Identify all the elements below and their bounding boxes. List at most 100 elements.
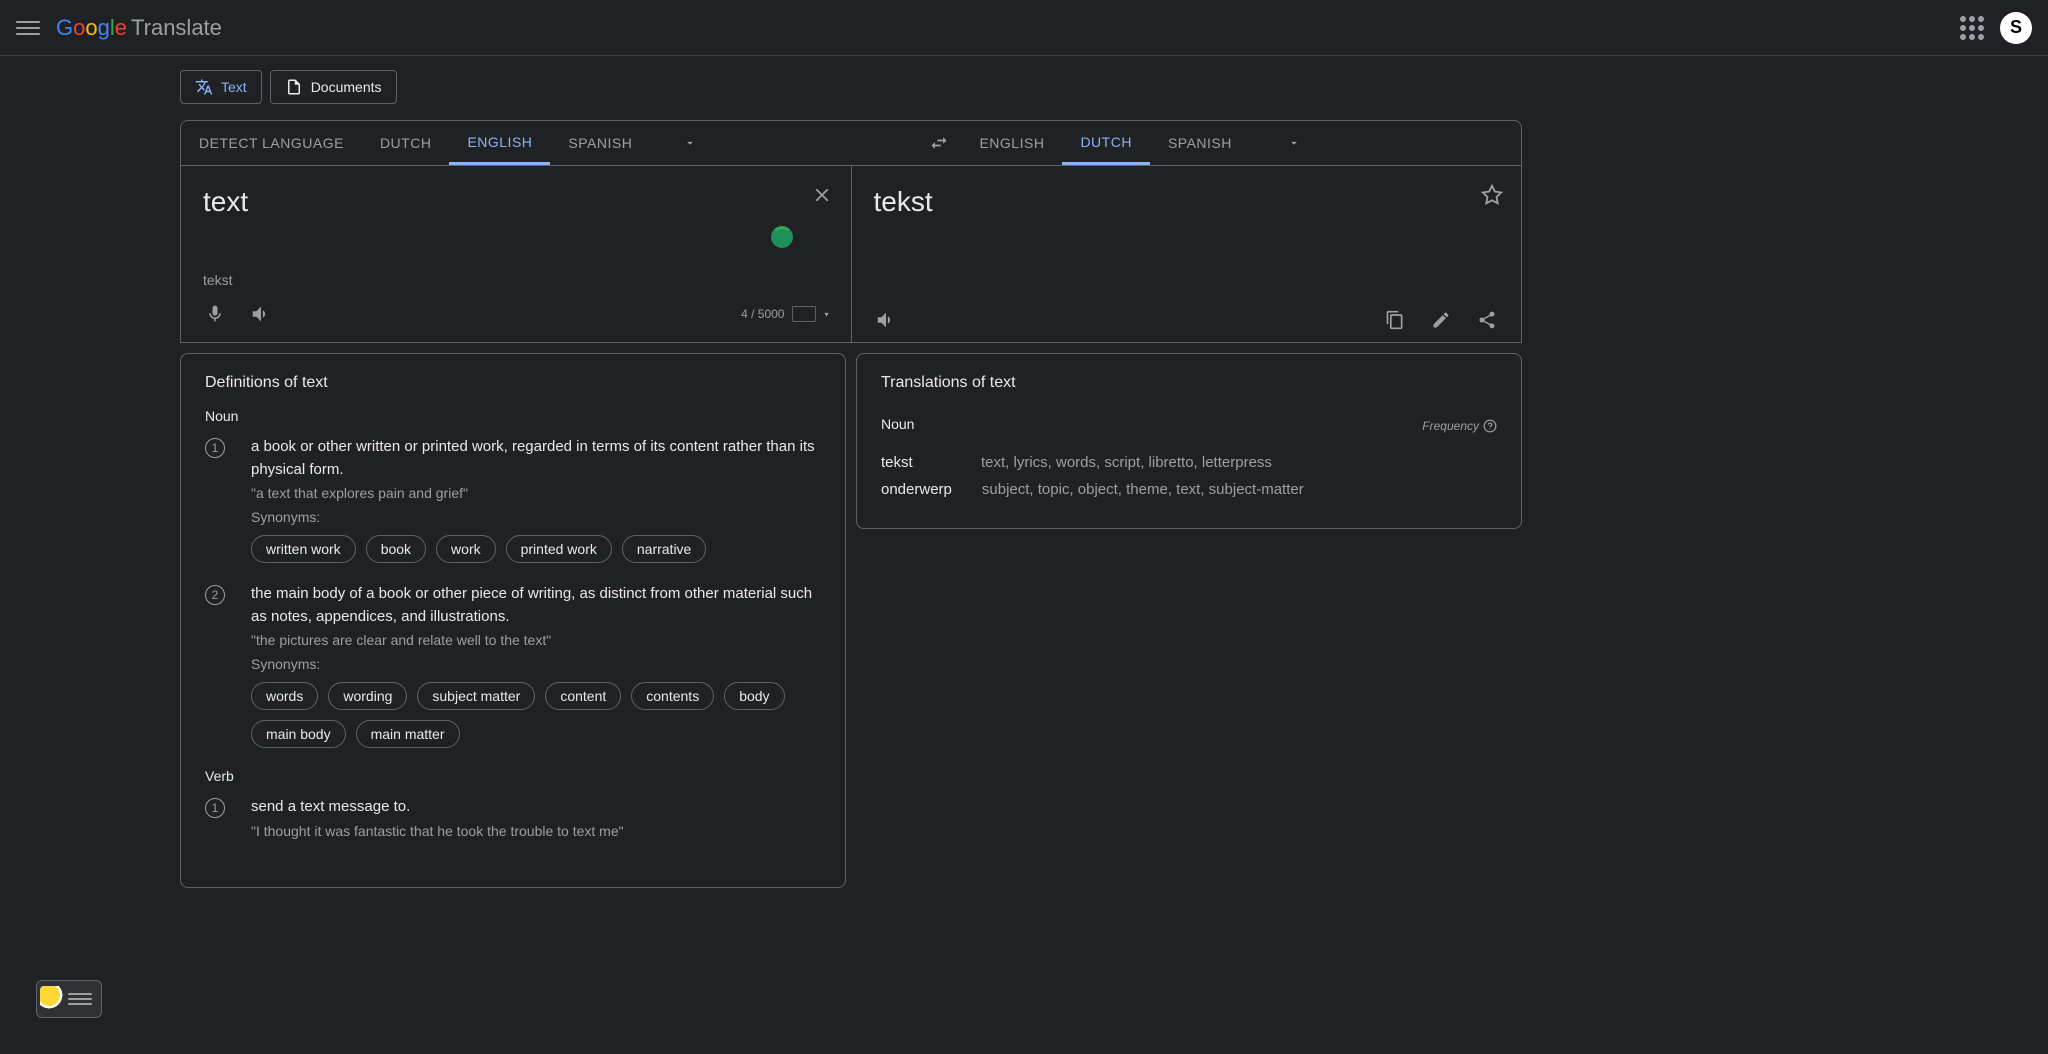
source-panel: text tekst 4 / 5000 ▾ xyxy=(181,166,852,342)
lang-spacer-left xyxy=(710,121,917,165)
char-count-text: 4 / 5000 xyxy=(741,307,784,321)
translation-term: onderwerp xyxy=(881,481,952,498)
star-icon xyxy=(1481,184,1503,206)
google-translate-logo[interactable]: Google Translate xyxy=(56,15,222,41)
target-icons-right xyxy=(1383,308,1499,332)
translation-item[interactable]: tekst text, lyrics, words, script, libret… xyxy=(881,454,1497,471)
source-bottom-bar: 4 / 5000 ▾ xyxy=(203,302,829,326)
definition-number: 1 xyxy=(205,438,225,458)
target-icons-left xyxy=(874,308,898,332)
target-bottom-bar xyxy=(874,308,1500,332)
synonym-chip[interactable]: content xyxy=(545,682,621,710)
synonym-chip[interactable]: words xyxy=(251,682,318,710)
synonym-chip[interactable]: narrative xyxy=(622,535,706,563)
synonym-chip[interactable]: work xyxy=(436,535,496,563)
copy-translation-button[interactable] xyxy=(1383,308,1407,332)
translations-title: Translations of text xyxy=(881,374,1497,392)
google-apps-icon[interactable] xyxy=(1960,16,1984,40)
chevron-down-icon xyxy=(683,136,697,150)
mode-tab-text-label: Text xyxy=(221,79,247,95)
definitions-panel: Definitions of text Noun 1a book or other… xyxy=(180,353,846,888)
mode-tab-documents[interactable]: Documents xyxy=(270,70,397,104)
synonym-chip[interactable]: main body xyxy=(251,720,346,748)
source-language-tabs: DETECT LANGUAGE DUTCH ENGLISH SPANISH xyxy=(181,121,650,165)
definition-number: 2 xyxy=(205,585,225,605)
translation-synonyms: text, lyrics, words, script, libretto, l… xyxy=(981,454,1272,471)
definition-item: 1a book or other written or printed work… xyxy=(205,436,821,563)
target-lang-fade xyxy=(1250,121,1274,165)
keyboard-icon[interactable] xyxy=(792,306,816,322)
source-lang-fade xyxy=(646,121,670,165)
share-translation-button[interactable] xyxy=(1475,308,1499,332)
help-icon[interactable] xyxy=(1483,419,1497,433)
target-lang-more[interactable] xyxy=(1274,121,1314,165)
mic-icon xyxy=(205,304,225,324)
synonym-chip[interactable]: main matter xyxy=(356,720,460,748)
copy-icon xyxy=(1385,310,1405,330)
synonym-chip[interactable]: printed work xyxy=(506,535,612,563)
swap-languages-button[interactable] xyxy=(917,121,961,165)
translation-term: tekst xyxy=(881,454,951,471)
swap-icon xyxy=(929,133,949,153)
speaker-icon xyxy=(875,309,897,331)
io-row: text tekst 4 / 5000 ▾ xyxy=(181,165,1521,342)
translation-synonyms: subject, topic, object, theme, text, sub… xyxy=(982,481,1304,498)
keyboard-dropdown-icon[interactable]: ▾ xyxy=(824,310,828,319)
source-text-input[interactable]: text xyxy=(203,184,829,220)
menu-button[interactable] xyxy=(16,16,40,40)
speaker-icon xyxy=(250,303,272,325)
target-lang-dutch[interactable]: DUTCH xyxy=(1062,121,1150,165)
target-panel: tekst xyxy=(852,166,1522,342)
definition-item: 1send a text message to."I thought it wa… xyxy=(205,796,821,847)
translate-icon xyxy=(195,78,213,96)
source-suggestion[interactable]: tekst xyxy=(203,272,829,288)
weather-widget[interactable] xyxy=(36,980,102,1018)
listen-source-button[interactable] xyxy=(249,302,273,326)
document-icon xyxy=(285,78,303,96)
synonym-chip[interactable]: written work xyxy=(251,535,356,563)
mode-tab-text[interactable]: Text xyxy=(180,70,262,104)
synonym-chip[interactable]: subject matter xyxy=(417,682,535,710)
definition-example: "a text that explores pain and grief" xyxy=(251,485,821,501)
suggest-edit-button[interactable] xyxy=(1429,308,1453,332)
source-lang-detect[interactable]: DETECT LANGUAGE xyxy=(181,121,362,165)
language-bar: DETECT LANGUAGE DUTCH ENGLISH SPANISH EN… xyxy=(181,121,1521,165)
definition-pos-label: Verb xyxy=(205,768,821,784)
main-container: Text Documents DETECT LANGUAGE DUTCH ENG… xyxy=(180,56,1522,888)
target-lang-english[interactable]: ENGLISH xyxy=(961,121,1062,165)
definition-number: 1 xyxy=(205,798,225,818)
target-lang-spanish[interactable]: SPANISH xyxy=(1150,121,1250,165)
mode-tabs: Text Documents xyxy=(180,70,1522,104)
translation-item[interactable]: onderwerp subject, topic, object, theme, … xyxy=(881,481,1497,498)
synonym-chip[interactable]: contents xyxy=(631,682,714,710)
definition-item: 2the main body of a book or other piece … xyxy=(205,583,821,748)
source-lang-more[interactable] xyxy=(670,121,710,165)
definition-example: "the pictures are clear and relate well … xyxy=(251,632,821,648)
frequency-label: Frequency xyxy=(1422,419,1497,433)
clear-source-button[interactable] xyxy=(811,184,833,211)
weather-lines-icon xyxy=(68,993,92,1005)
translations-panel: Translations of text Noun Frequency teks… xyxy=(856,353,1522,529)
account-avatar[interactable]: S xyxy=(2000,12,2032,44)
close-icon xyxy=(811,184,833,206)
definition-text: send a text message to. xyxy=(251,796,821,819)
definitions-title: Definitions of text xyxy=(205,374,821,392)
target-text-output: tekst xyxy=(874,184,1500,220)
source-lang-dutch[interactable]: DUTCH xyxy=(362,121,450,165)
chevron-down-icon xyxy=(1287,136,1301,150)
save-translation-button[interactable] xyxy=(1481,184,1503,211)
synonym-chip[interactable]: wording xyxy=(328,682,407,710)
synonym-chip[interactable]: book xyxy=(366,535,426,563)
weather-sun-icon xyxy=(40,986,66,1012)
voice-input-button[interactable] xyxy=(203,302,227,326)
listen-target-button[interactable] xyxy=(874,308,898,332)
char-count: 4 / 5000 ▾ xyxy=(741,306,828,322)
synonym-chip[interactable]: body xyxy=(724,682,784,710)
translations-header: Noun Frequency xyxy=(881,408,1497,444)
definition-pos-label: Noun xyxy=(205,408,821,424)
loading-spinner xyxy=(771,226,793,248)
source-lang-english[interactable]: ENGLISH xyxy=(449,121,550,165)
synonyms-label: Synonyms: xyxy=(251,656,821,672)
translate-box: DETECT LANGUAGE DUTCH ENGLISH SPANISH EN… xyxy=(180,120,1522,343)
source-lang-spanish[interactable]: SPANISH xyxy=(550,121,650,165)
